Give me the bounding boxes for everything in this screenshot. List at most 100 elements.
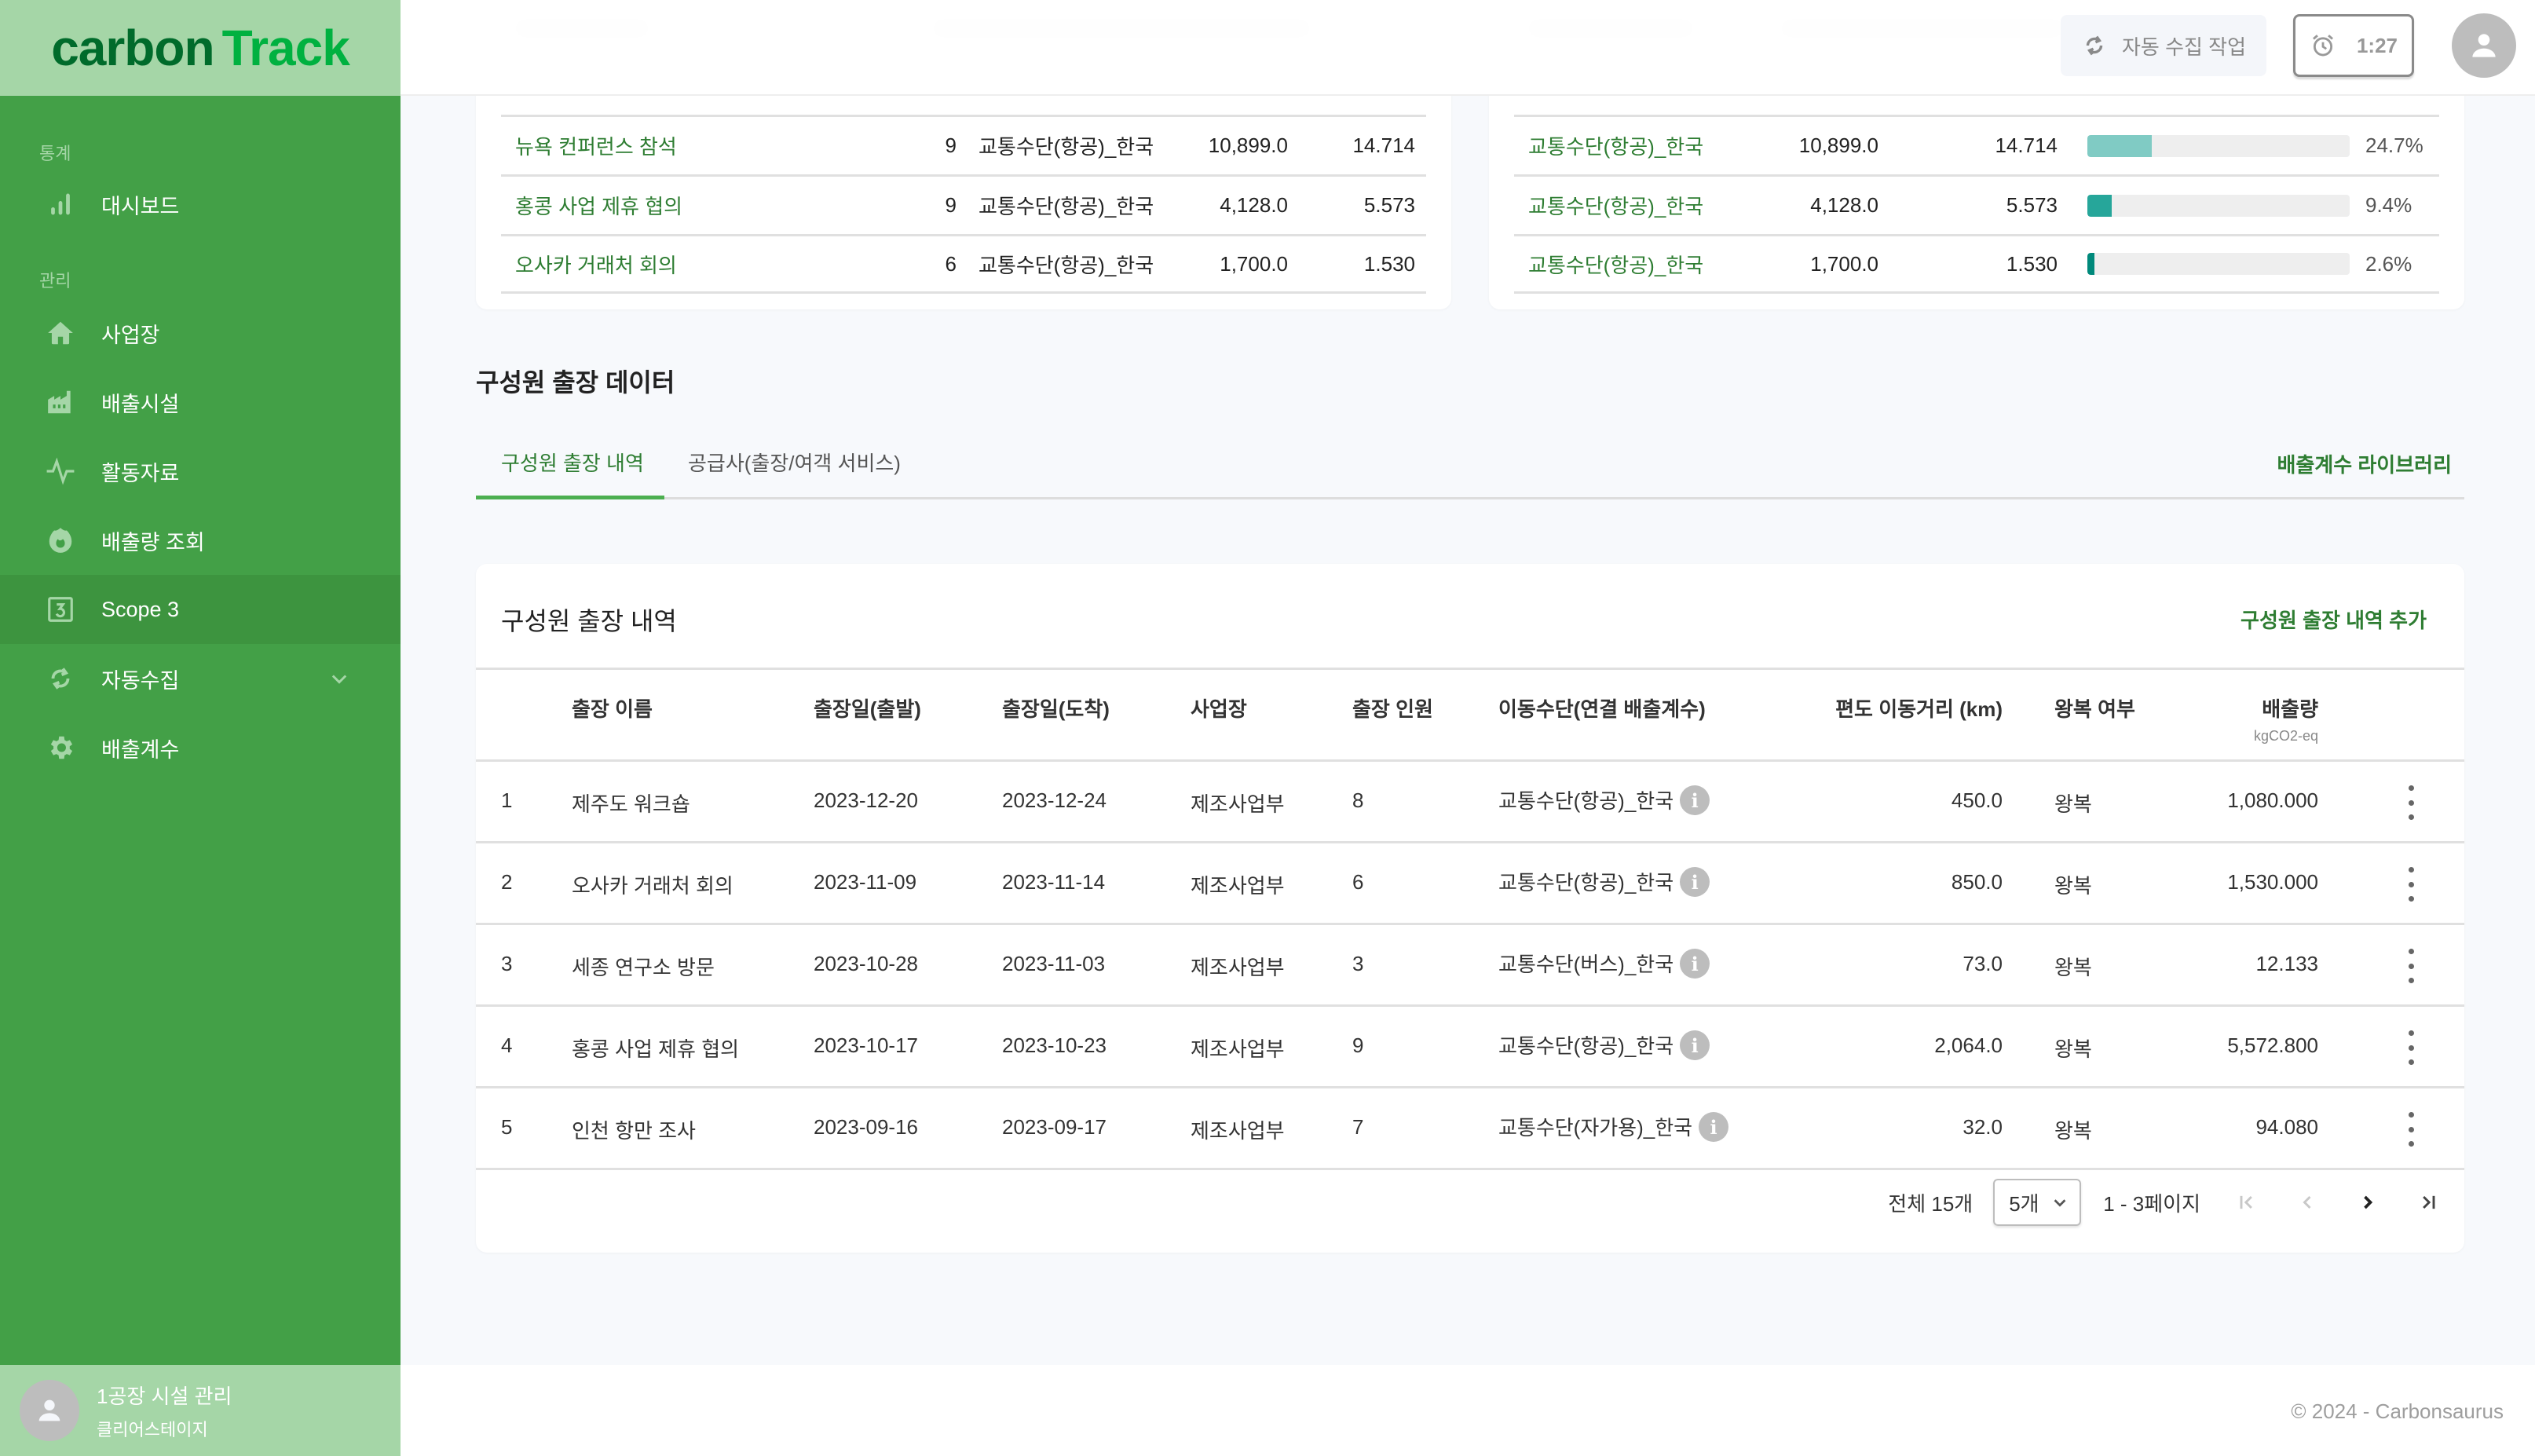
- emission-factor-library-link[interactable]: 배출계수 라이브러리: [2277, 449, 2452, 478]
- row-actions-menu-icon[interactable]: [2401, 1030, 2420, 1065]
- row-number: 1: [501, 788, 513, 812]
- member-trips-card: 구성원 출장 내역 구성원 출장 내역 추가 출장 이름 출장일(출발) 출장일…: [476, 564, 2464, 1253]
- row-actions-menu-icon[interactable]: [2401, 867, 2420, 902]
- transport-link[interactable]: 교통수단(항공)_한국: [1528, 131, 1703, 160]
- chevron-down-icon[interactable]: [328, 668, 350, 690]
- auto-collect-job-button[interactable]: 자동 수집 작업: [2061, 15, 2266, 76]
- transport-link[interactable]: 교통수단(항공)_한국: [1528, 250, 1703, 279]
- share-percent: 24.7%: [2365, 134, 2423, 157]
- transport-cell: 교통수단(자가용)_한국 i: [1498, 1112, 1729, 1144]
- trip-name-link[interactable]: 뉴욕 컨퍼런스 참석: [515, 131, 677, 160]
- page-size-value: 5개: [2009, 1191, 2039, 1216]
- sidebar-item-auto-collect[interactable]: 자동수집: [0, 644, 401, 713]
- pagination: 전체 15개 5개 1 - 3페이지: [1888, 1175, 2442, 1230]
- column-header-arrive[interactable]: 출장일(도착): [1002, 693, 1110, 723]
- column-header-depart[interactable]: 출장일(출발): [814, 693, 921, 723]
- info-icon[interactable]: i: [1680, 1030, 1710, 1061]
- nav-section-manage: 관리: [39, 271, 71, 291]
- tab-bar: 구성원 출장 내역 공급사(출장/여객 서비스) 배출계수 라이브러리: [476, 440, 2464, 499]
- row-number: 3: [501, 952, 513, 975]
- prev-page-button[interactable]: [2293, 1188, 2321, 1216]
- site-name: 제조사업부: [1191, 956, 1285, 979]
- sidebar-item-scope3[interactable]: Scope 3: [0, 575, 401, 644]
- column-header-people[interactable]: 출장 인원: [1352, 693, 1433, 723]
- transport-name: 교통수단(항공)_한국: [1498, 1034, 1674, 1058]
- first-page-icon: [2240, 1195, 2252, 1209]
- table-row: 교통수단(항공)_한국 4,128.0 5.573 9.4%: [1514, 174, 2439, 234]
- last-page-button[interactable]: [2414, 1188, 2442, 1216]
- table-row: 3 세종 연구소 방문 2023-10-28 2023-11-03 제조사업부 3 73.0…: [476, 925, 2464, 1007]
- sidebar-item-emissions[interactable]: 배출량 조회: [0, 506, 401, 575]
- sidebar: carbon Track 통계 대시보드 관리 사업장 배출시설 활동자료 배출량…: [0, 0, 401, 1456]
- row-actions-menu-icon[interactable]: [2401, 949, 2420, 983]
- transport-distance: 1,700.0: [1810, 251, 1878, 276]
- transport-name: 교통수단(버스)_한국: [1498, 953, 1674, 976]
- sidebar-item-label: 배출량 조회: [101, 530, 205, 554]
- nav-section-stats: 통계: [39, 144, 71, 163]
- people-count: 6: [1352, 870, 1364, 894]
- session-timer-button[interactable]: 1:27: [2293, 14, 2414, 77]
- trip-name-link[interactable]: 홍콩 사업 제휴 협의: [515, 191, 682, 220]
- gear-icon: [45, 732, 76, 763]
- sidebar-item-activity-data[interactable]: 활동자료: [0, 437, 401, 506]
- sidebar-item-facilities[interactable]: 배출시설: [0, 368, 401, 437]
- row-actions-menu-icon[interactable]: [2401, 1112, 2420, 1147]
- column-header-round-trip[interactable]: 왕복 여부: [2054, 693, 2135, 723]
- column-header-name[interactable]: 출장 이름: [572, 693, 653, 723]
- trip-distance: 1,700.0: [1220, 251, 1288, 276]
- kebab-dot: [2408, 1126, 2414, 1132]
- info-icon[interactable]: i: [1699, 1112, 1729, 1143]
- table-row: 2 오사카 거래처 회의 2023-11-09 2023-11-14 제조사업부 6 850…: [476, 843, 2464, 925]
- kebab-dot: [2408, 1141, 2414, 1147]
- trip-transport: 교통수단(항공)_한국: [979, 195, 1154, 218]
- arrive-date: 2023-10-23: [1002, 1033, 1107, 1057]
- add-trip-button[interactable]: 구성원 출장 내역 추가: [2241, 605, 2427, 634]
- column-header-emission[interactable]: 배출량: [2262, 693, 2318, 723]
- column-header-transport[interactable]: 이동수단(연결 배출계수): [1498, 693, 1706, 723]
- table-row: 4 홍콩 사업 제휴 협의 2023-10-17 2023-10-23 제조사업부 9 2,…: [476, 1007, 2464, 1088]
- sidebar-item-sites[interactable]: 사업장: [0, 298, 401, 368]
- account-avatar-button[interactable]: [2452, 13, 2516, 78]
- table-row: 교통수단(항공)_한국 1,700.0 1.530 2.6%: [1514, 234, 2439, 294]
- sidebar-item-dashboard[interactable]: 대시보드: [0, 170, 401, 239]
- page-size-select[interactable]: 5개: [1993, 1179, 2082, 1226]
- one-way-distance: 2,064.0: [1934, 1033, 2003, 1057]
- transport-cell: 교통수단(버스)_한국 i: [1498, 949, 1710, 981]
- emission-value: 5,572.800: [2227, 1033, 2318, 1057]
- table-header: 출장 이름 출장일(출발) 출장일(도착) 사업장 출장 인원 이동수단(연결 …: [476, 668, 2464, 762]
- kebab-dot: [2408, 1030, 2414, 1036]
- one-way-distance: 450.0: [1951, 788, 2003, 812]
- tab-member-trips[interactable]: 구성원 출장 내역: [501, 448, 644, 477]
- tab-supplier-services[interactable]: 공급사(출장/여객 서비스): [688, 448, 901, 477]
- transport-emission: 1.530: [2006, 251, 2058, 276]
- round-trip-flag: 왕복: [2054, 1037, 2092, 1061]
- info-icon[interactable]: i: [1680, 949, 1710, 979]
- user-profile[interactable]: 1공장 시설 관리 클리어스테이지: [0, 1365, 401, 1456]
- logo-band: carbon Track: [0, 0, 401, 96]
- transport-link[interactable]: 교통수단(항공)_한국: [1528, 191, 1703, 220]
- round-trip-flag: 왕복: [2054, 874, 2092, 898]
- first-page-button[interactable]: [2233, 1188, 2261, 1216]
- trip-name-link[interactable]: 오사카 거래처 회의: [515, 250, 677, 279]
- row-actions-menu-icon[interactable]: [2401, 785, 2420, 820]
- row-number: 2: [501, 870, 513, 894]
- share-percent: 2.6%: [2365, 251, 2412, 276]
- copyright-text: © 2024 - Carbonsaurus: [2291, 1399, 2504, 1423]
- kebab-dot: [2408, 867, 2414, 873]
- column-header-site[interactable]: 사업장: [1191, 693, 1247, 723]
- sidebar-item-emission-factors[interactable]: 배출계수: [0, 713, 401, 782]
- app-logo[interactable]: carbon Track: [51, 19, 350, 77]
- sidebar-item-label: 활동자료: [101, 461, 180, 485]
- trip-people: 9: [945, 134, 957, 157]
- kebab-dot: [2408, 1059, 2414, 1065]
- page-range: 1 - 3페이지: [2103, 1191, 2200, 1216]
- share-progress-fill: [2087, 194, 2112, 217]
- sidebar-item-label: 대시보드: [101, 194, 180, 218]
- next-page-button[interactable]: [2354, 1188, 2382, 1216]
- round-trip-flag: 왕복: [2054, 956, 2092, 979]
- column-header-distance[interactable]: 편도 이동거리 (km): [1835, 693, 2003, 723]
- info-icon[interactable]: i: [1680, 867, 1710, 898]
- arrive-date: 2023-11-14: [1002, 870, 1106, 894]
- person-icon: [2472, 34, 2496, 57]
- info-icon[interactable]: i: [1680, 785, 1710, 816]
